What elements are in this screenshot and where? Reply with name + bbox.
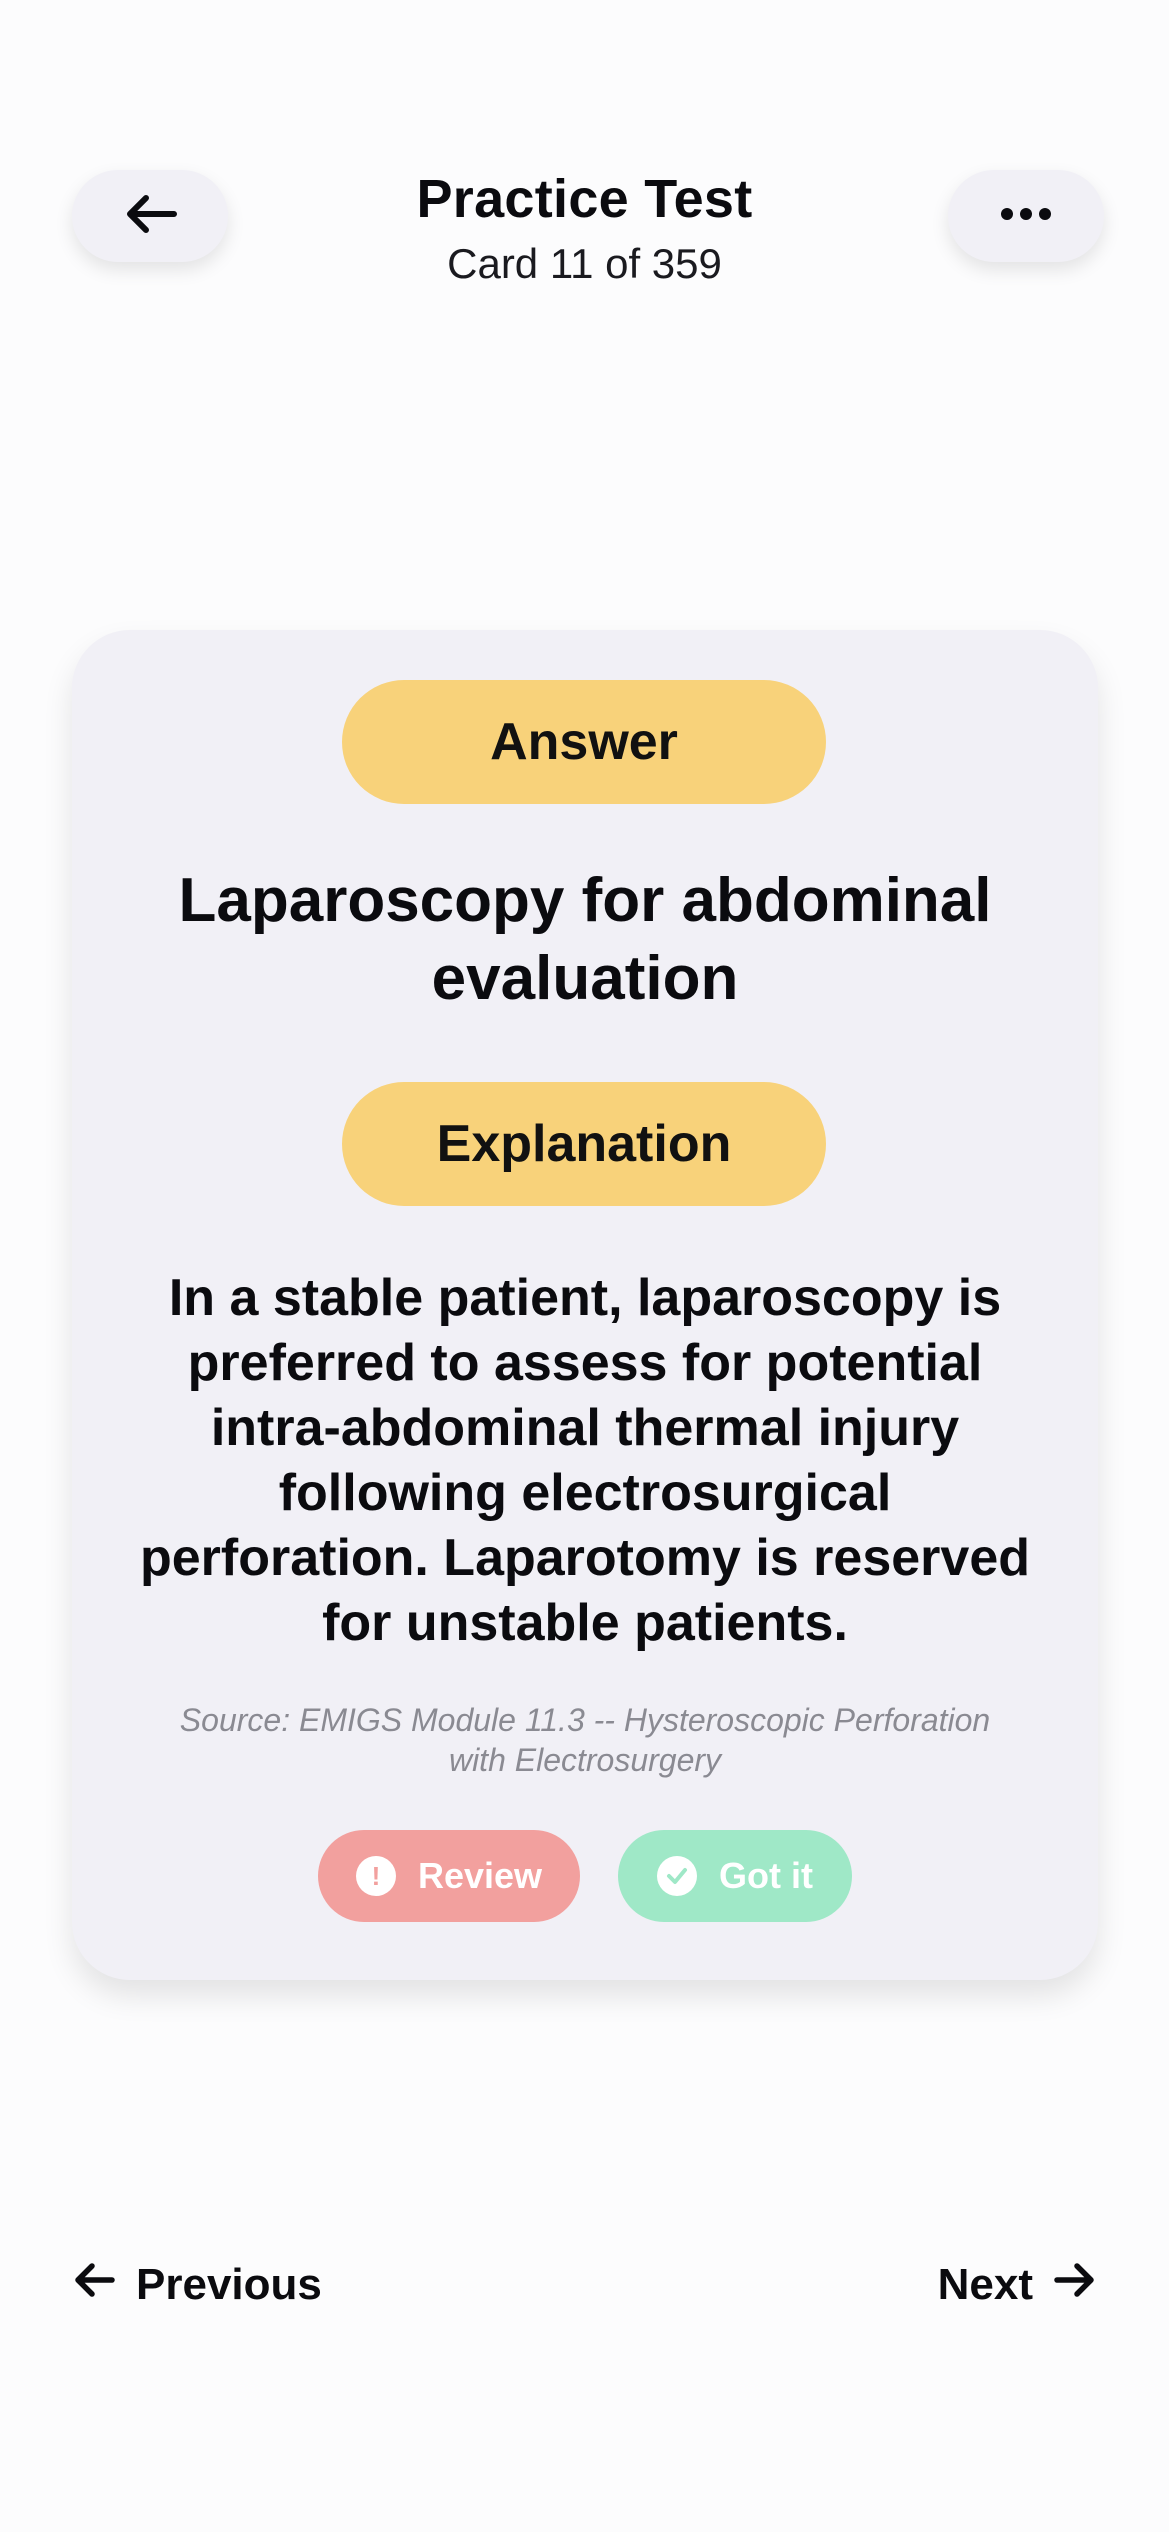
next-label: Next	[937, 2260, 1033, 2309]
got-it-label: Got it	[719, 1855, 813, 1896]
answer-text: Laparoscopy for abdominal evaluation	[178, 866, 992, 1013]
next-button[interactable]: Next	[938, 2250, 1097, 2320]
got-it-button[interactable]: Got it	[618, 1830, 852, 1922]
previous-label: Previous	[136, 2260, 322, 2309]
exclamation-circle-icon: !	[355, 1856, 396, 1896]
flashcard: Answer Laparoscopy for abdominal evaluat…	[72, 630, 1098, 1980]
arrow-right-icon	[1033, 2260, 1097, 2311]
ellipsis-icon	[1000, 207, 1052, 226]
review-label: Review	[417, 1855, 543, 1896]
check-circle-icon	[657, 1856, 697, 1896]
source-citation: Source: EMIGS Module 11.3 -- Hysteroscop…	[179, 1702, 991, 1778]
explanation-badge: Explanation	[342, 1082, 826, 1206]
explanation-text: In a stable patient, laparoscopy is pref…	[139, 1269, 1031, 1652]
review-button[interactable]: ! Review	[318, 1830, 580, 1922]
arrow-left-icon	[72, 2260, 136, 2311]
flashcard-screen: Practice Test Card 11 of 359 Answer Lapa…	[0, 0, 1169, 2532]
answer-badge: Answer	[342, 680, 826, 804]
more-options-button[interactable]	[948, 170, 1104, 262]
previous-button[interactable]: Previous	[72, 2250, 322, 2320]
